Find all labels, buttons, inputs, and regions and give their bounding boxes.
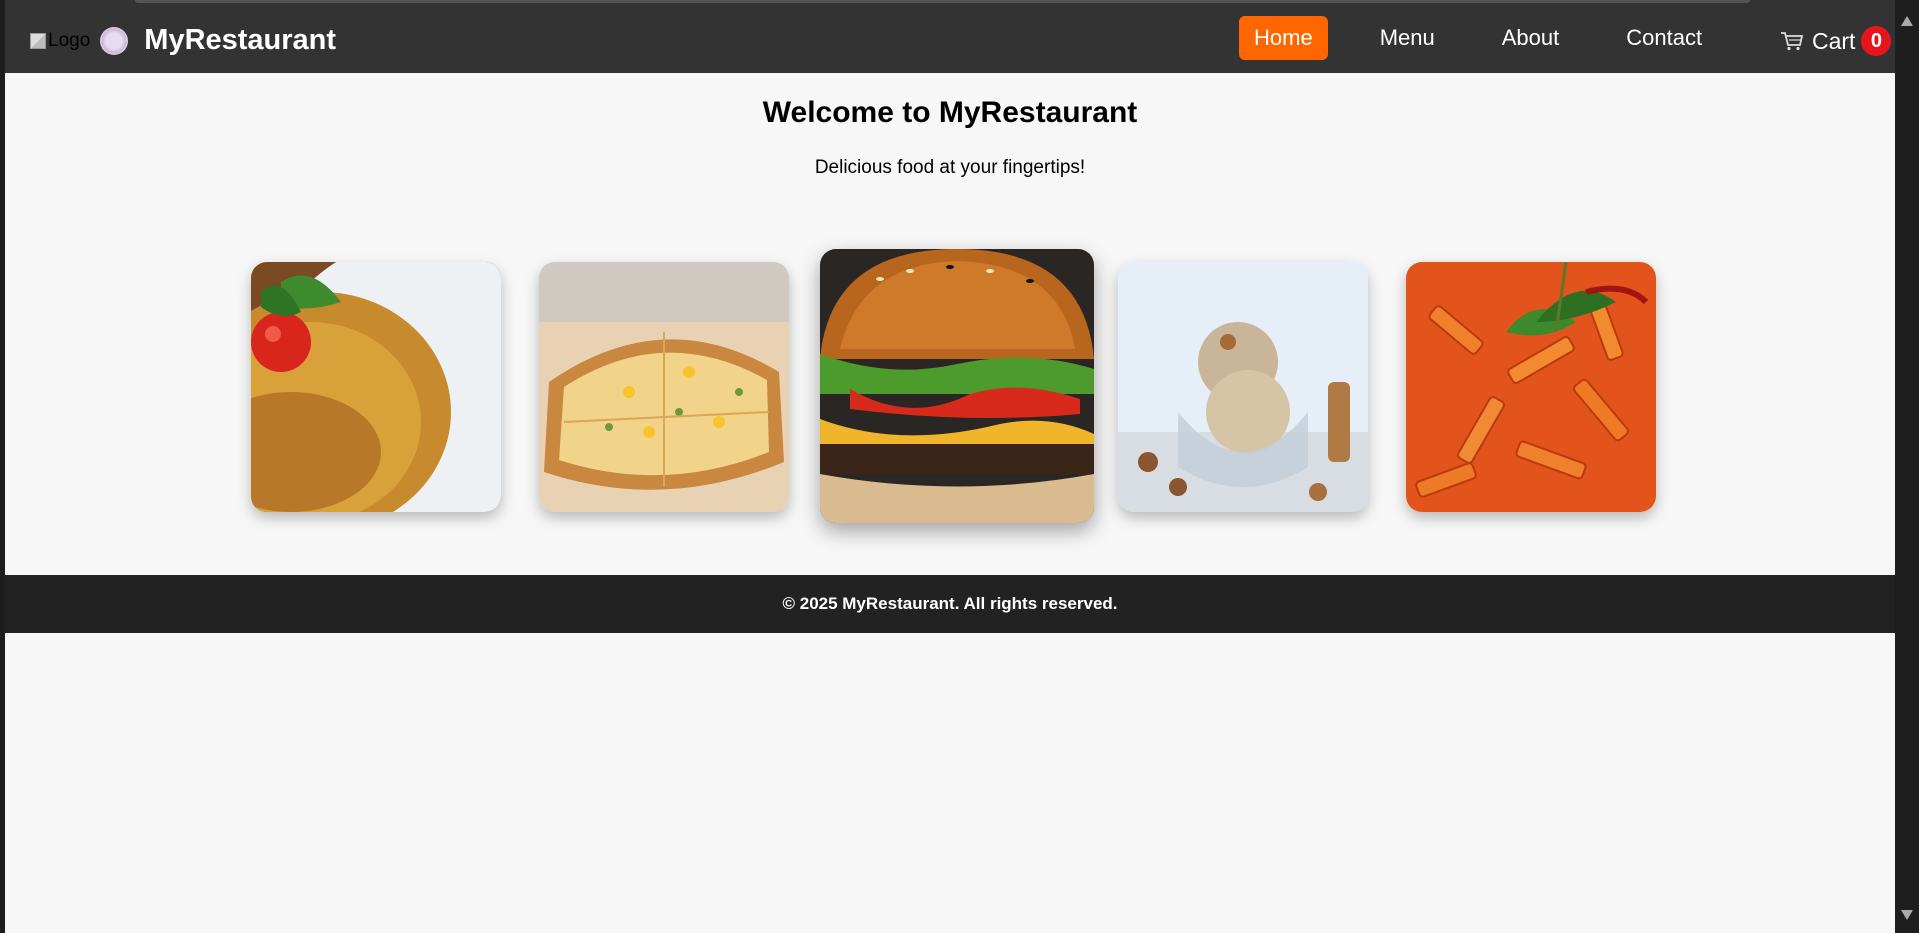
hero-subtitle: Delicious food at your fingertips!	[814, 157, 1086, 178]
burger-picture	[820, 249, 1094, 523]
pizza-image[interactable]	[539, 262, 789, 512]
rice-dish-image[interactable]	[251, 262, 501, 512]
main-nav: Home Menu About Contact	[1239, 16, 1754, 60]
penne-pasta-picture	[1406, 262, 1656, 512]
vertical-scrollbar[interactable]	[1895, 0, 1919, 933]
cart-icon	[1781, 32, 1804, 51]
site-footer: © 2025 MyRestaurant. All rights reserved…	[5, 575, 1895, 633]
scroll-down-arrow-icon[interactable]	[1901, 910, 1913, 920]
rice-dish-picture	[251, 262, 501, 512]
cart-button[interactable]: Cart 0	[1780, 26, 1892, 56]
ice-cream-image[interactable]	[1118, 262, 1368, 512]
penne-pasta-image[interactable]	[1406, 262, 1656, 512]
hero: Welcome to MyRestaurant Delicious food a…	[5, 96, 1895, 179]
copyright-text: © 2025 MyRestaurant. All rights reserved…	[782, 594, 1118, 613]
site-header: Logo MyRestaurant Home Menu About Contac…	[5, 0, 1895, 73]
logo-image: Logo	[30, 30, 90, 52]
logo-alt-text: Logo	[48, 29, 91, 51]
scroll-up-arrow-icon[interactable]	[1901, 16, 1913, 26]
nav-contact[interactable]: Contact	[1611, 16, 1717, 60]
burger-image[interactable]	[820, 249, 1094, 523]
plate-icon	[100, 26, 129, 55]
nav-about[interactable]: About	[1487, 16, 1575, 60]
cart-label: Cart	[1812, 27, 1856, 54]
nav-menu[interactable]: Menu	[1365, 16, 1450, 60]
cart-count-badge: 0	[1861, 26, 1892, 56]
ice-cream-picture	[1118, 262, 1368, 512]
food-gallery	[251, 249, 1656, 524]
brand[interactable]: Logo MyRestaurant	[30, 24, 336, 57]
brand-name: MyRestaurant	[144, 24, 337, 56]
page-viewport: Logo MyRestaurant Home Menu About Contac…	[5, 0, 1895, 933]
pizza-picture	[539, 262, 789, 512]
browser-tab-edge	[135, 0, 1750, 3]
hero-title: Welcome to MyRestaurant	[762, 96, 1138, 129]
nav-home[interactable]: Home	[1239, 16, 1328, 60]
broken-image-icon	[30, 32, 46, 49]
